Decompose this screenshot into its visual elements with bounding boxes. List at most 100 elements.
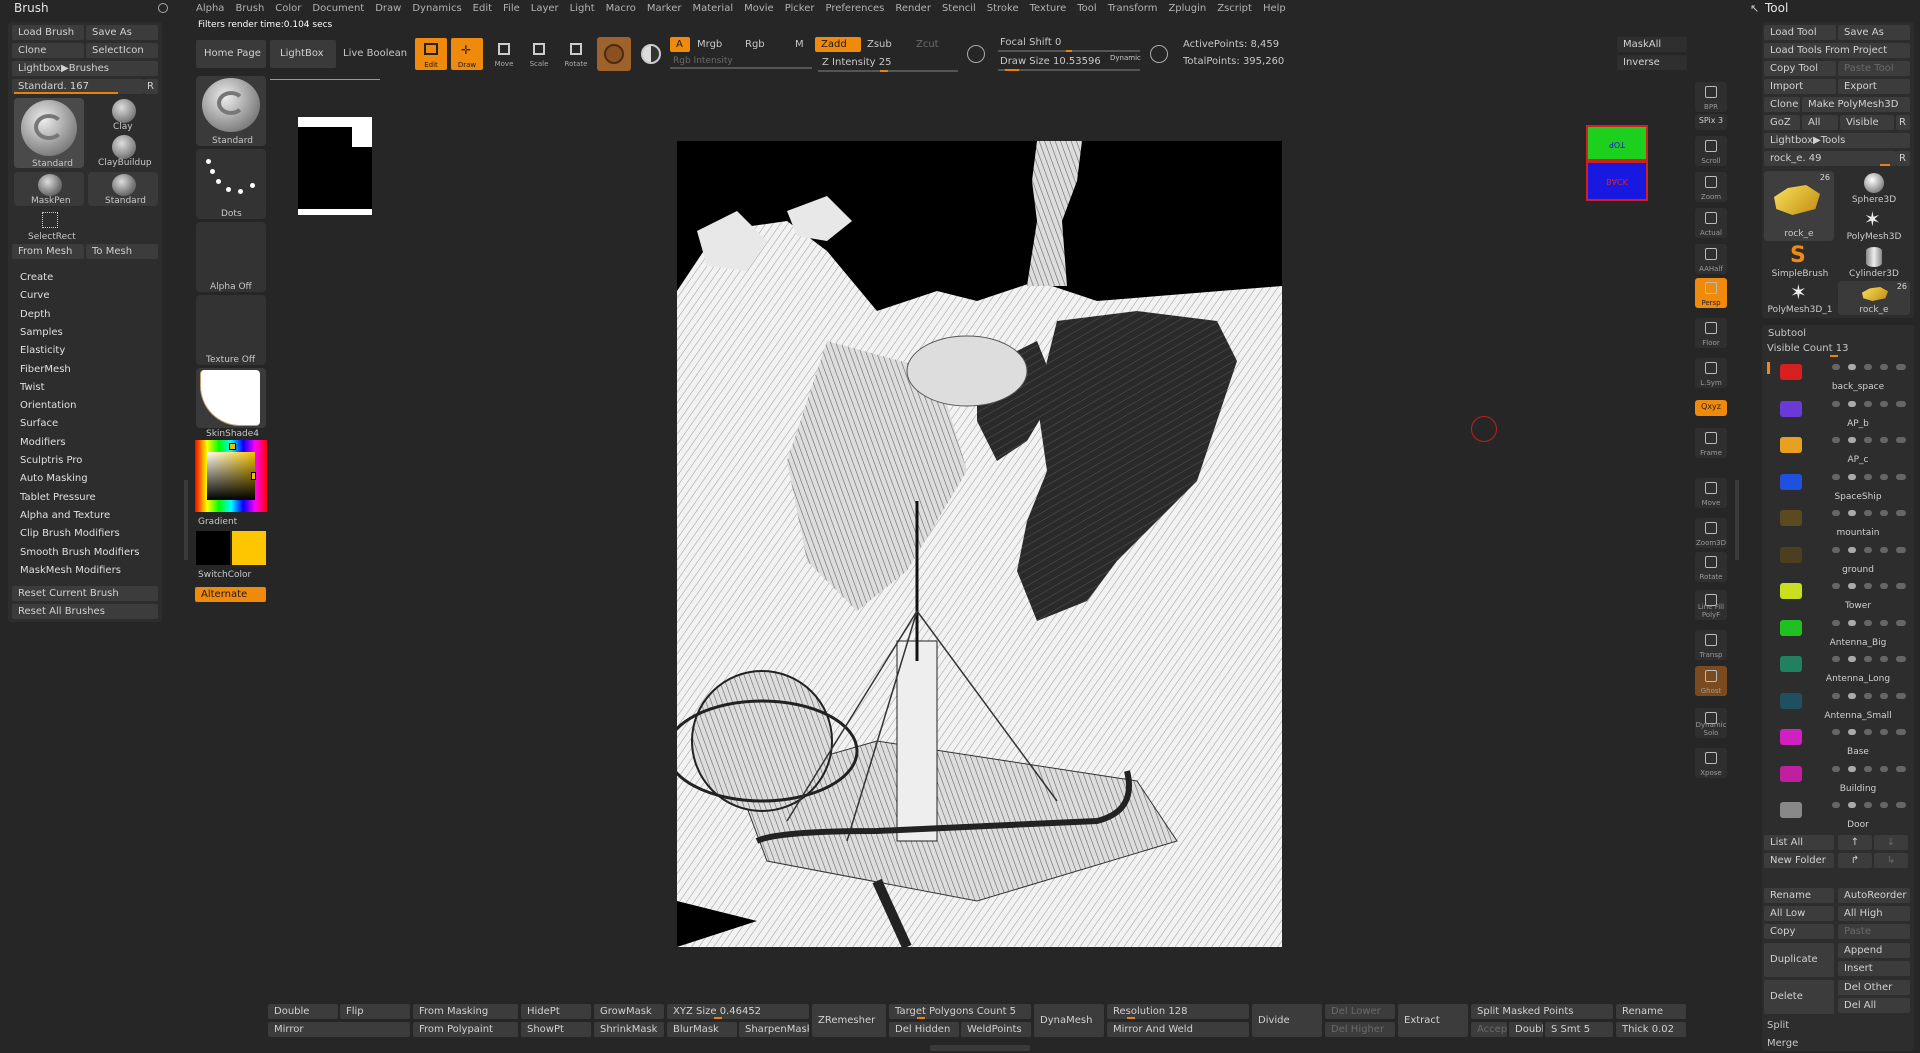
toggle-icon[interactable] (1848, 729, 1856, 735)
menu-item[interactable]: Document (312, 3, 364, 17)
menu-item[interactable]: Macro (606, 3, 636, 17)
toggle-icon[interactable] (1864, 692, 1872, 699)
subtool-visibility-icons[interactable] (1832, 400, 1908, 409)
switch-color-label[interactable]: SwitchColor (198, 570, 251, 580)
import-button[interactable]: Import (1764, 79, 1836, 94)
brush-save-as-button[interactable]: Save As (86, 25, 158, 40)
menu-item[interactable]: Render (895, 3, 931, 17)
toggle-icon[interactable] (1832, 619, 1840, 626)
growmask-button[interactable]: GrowMask (594, 1004, 664, 1019)
eye-icon[interactable] (1896, 765, 1906, 772)
menu-item[interactable]: Transform (1108, 3, 1158, 17)
menu-item[interactable]: Preferences (826, 3, 885, 17)
color-picker-sv-square[interactable] (207, 452, 255, 500)
toggle-icon[interactable] (1880, 437, 1888, 443)
toggle-icon[interactable] (1864, 473, 1872, 480)
toggle-icon[interactable] (1880, 510, 1888, 516)
shelf-material[interactable] (196, 368, 266, 428)
mask-all-button[interactable]: MaskAll (1617, 37, 1687, 52)
shelf-persp-button[interactable]: Persp (1695, 278, 1727, 308)
subtool-row[interactable]: Antenna_Long (1766, 652, 1910, 688)
eye-icon[interactable] (1896, 802, 1906, 808)
navigation-cube[interactable]: TOP BACK (1586, 125, 1652, 205)
tool-tile-sphere3d[interactable]: Sphere3D (1838, 171, 1910, 205)
shelf-zoom3d-button[interactable]: Zoom3D (1695, 518, 1727, 548)
menu-item[interactable]: Light (570, 3, 595, 17)
lightbox-button[interactable]: LightBox (270, 40, 336, 68)
subtool-visibility-icons[interactable] (1832, 364, 1908, 372)
edit-mode-button[interactable]: Edit (415, 38, 447, 70)
toggle-icon[interactable] (1880, 656, 1888, 662)
menu-item[interactable]: Zscript (1217, 3, 1252, 17)
menu-item[interactable]: Brush (235, 3, 264, 17)
alternate-button[interactable]: Alternate (195, 587, 266, 602)
tool-tile-cylinder3d[interactable]: Cylinder3D (1838, 245, 1910, 279)
toggle-icon[interactable] (1880, 546, 1888, 553)
toggle-icon[interactable] (1848, 473, 1856, 480)
brush-section-curve[interactable]: Curve (20, 290, 50, 301)
toggle-icon[interactable] (1880, 619, 1888, 626)
live-boolean-button[interactable]: Live Boolean (343, 48, 407, 59)
rock-e-r-button[interactable]: R (1896, 151, 1910, 166)
mirror-and-weld-button[interactable]: Mirror And Weld (1107, 1022, 1249, 1037)
toggle-icon[interactable] (1832, 546, 1840, 553)
brush-section-surface[interactable]: Surface (20, 418, 58, 429)
toggle-icon[interactable] (1880, 583, 1888, 589)
toggle-icon[interactable] (1848, 692, 1856, 699)
double-extract-button[interactable]: Double (1509, 1022, 1543, 1037)
toggle-icon[interactable] (1864, 619, 1872, 626)
toggle-icon[interactable] (1880, 765, 1888, 772)
bottom-rename-button[interactable]: Rename (1616, 1004, 1686, 1019)
tool-tile-rock-e-small[interactable]: 26 rock_e (1838, 281, 1910, 315)
thick-slider[interactable]: Thick 0.02 (1616, 1022, 1686, 1037)
menu-item[interactable]: Picker (785, 3, 815, 17)
tool-tile-polymesh3d-1[interactable]: ✶ PolyMesh3D_1 (1764, 281, 1836, 315)
eye-icon[interactable] (1896, 656, 1906, 662)
cube-back-face[interactable]: BACK (1586, 161, 1648, 201)
toggle-icon[interactable] (1832, 729, 1840, 735)
weldpoints-button[interactable]: WeldPoints (961, 1022, 1031, 1037)
menu-item[interactable]: Edit (473, 3, 492, 17)
subtool-row[interactable]: Antenna_Small (1766, 689, 1910, 725)
toggle-icon[interactable] (1864, 656, 1872, 662)
toggle-icon[interactable] (1880, 473, 1888, 480)
shrinkmask-button[interactable]: ShrinkMask (594, 1022, 664, 1037)
shelf-qxyz-button[interactable]: Qxyz (1695, 400, 1727, 416)
eye-icon[interactable] (1896, 729, 1906, 735)
flip-button[interactable]: Flip (340, 1004, 410, 1019)
tool-clone-button[interactable]: Clone (1764, 97, 1800, 112)
draw-size-slider[interactable]: Draw Size 10.53596 (1000, 56, 1101, 67)
menu-item[interactable]: Color (275, 3, 301, 17)
blurmask-button[interactable]: BlurMask (667, 1022, 737, 1037)
zcut-toggle[interactable]: Zcut (916, 39, 939, 50)
material-preview-button[interactable] (597, 37, 631, 71)
toggle-icon[interactable] (1864, 583, 1872, 589)
brush-section-elasticity[interactable]: Elasticity (20, 345, 65, 356)
from-mesh-button[interactable]: From Mesh (12, 244, 84, 259)
move-folder-dim-button[interactable]: ↳ (1874, 853, 1908, 868)
make-polymesh3d-button[interactable]: Make PolyMesh3D (1802, 97, 1910, 112)
shelf-spix-3-button[interactable]: SPix 3 (1695, 114, 1727, 130)
shelf-scroll-button[interactable]: Scroll (1695, 136, 1727, 166)
move-down-button[interactable]: ↓ (1874, 835, 1908, 850)
tool-save-as-button[interactable]: Save As (1838, 25, 1910, 40)
select-icon-button[interactable]: SelectIcon (86, 43, 158, 58)
goz-visible-button[interactable]: Visible (1840, 115, 1894, 130)
menu-item[interactable]: Movie (744, 3, 774, 17)
toggle-icon[interactable] (1848, 510, 1856, 516)
toggle-icon[interactable] (1832, 802, 1840, 808)
shelf-zoom-button[interactable]: Zoom (1695, 172, 1727, 202)
brush-section-smooth-brush-modifiers[interactable]: Smooth Brush Modifiers (20, 547, 139, 558)
shelf-bpr-button[interactable]: BPR (1695, 82, 1727, 112)
toggle-icon[interactable] (1832, 437, 1840, 443)
toggle-icon[interactable] (1848, 546, 1856, 553)
toggle-icon[interactable] (1848, 364, 1856, 370)
shelf-transp-button[interactable]: Transp (1695, 630, 1727, 660)
menu-item[interactable]: Stroke (987, 3, 1019, 17)
split-masked-points-button[interactable]: Split Masked Points (1471, 1004, 1613, 1019)
menu-item[interactable]: Zplugin (1168, 3, 1206, 17)
eye-icon[interactable] (1896, 400, 1906, 407)
secondary-color-swatch[interactable] (196, 531, 230, 565)
shelf-line-fill-polyf-button[interactable]: Line Fill PolyF (1695, 590, 1727, 620)
export-button[interactable]: Export (1838, 79, 1910, 94)
